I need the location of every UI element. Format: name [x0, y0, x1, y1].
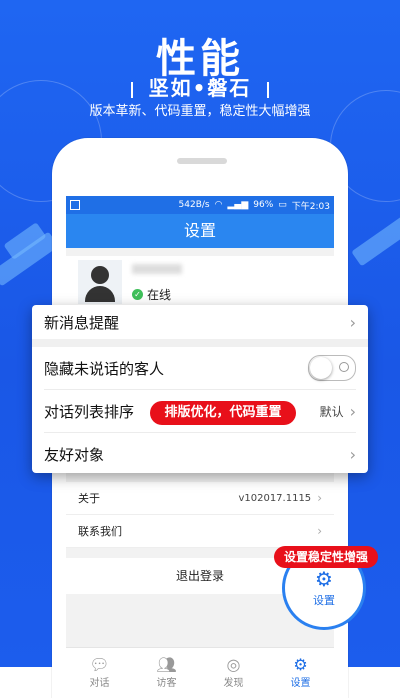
signal-icon: ▂▄▆ [227, 200, 249, 210]
settings-row-about[interactable]: 关于 v102017.1115 › [66, 482, 334, 515]
row-friendly-contacts[interactable]: 友好对象 › [32, 433, 368, 473]
chevron-right-icon: › [349, 401, 356, 421]
phone-speaker [177, 158, 227, 164]
settings-row-contact[interactable]: 联系我们 › [66, 515, 334, 548]
username-blurred [132, 264, 182, 274]
tab-chat[interactable]: 💬︎ 对话 [66, 648, 133, 696]
gear-icon: ⚙ [315, 567, 333, 591]
battery-icon: ▭ [278, 200, 287, 210]
avatar[interactable] [78, 260, 122, 304]
row-hide-silent-guests: 隐藏未说话的客人 [32, 347, 368, 389]
tab-settings[interactable]: ⚙ 设置 [267, 648, 334, 696]
chevron-right-icon: › [317, 524, 322, 538]
check-icon: ✓ [132, 289, 143, 300]
decor-stripe [351, 211, 400, 267]
battery-level: 96% [253, 200, 274, 210]
clock: 下午2:03 [291, 201, 330, 212]
visitors-icon: 👥︎ [156, 654, 177, 674]
chevron-right-icon: › [349, 444, 356, 464]
online-status: ✓ 在线 [132, 286, 171, 303]
settings-popup-card: 新消息提醒 › 隐藏未说话的客人 对话列表排序 默认 › 友好对象 › [32, 305, 368, 473]
optimize-badge: 排版优化，代码重置 [150, 401, 296, 425]
tab-visitors[interactable]: 👥︎ 访客 [133, 648, 200, 696]
tab-discover[interactable]: ◎ 发现 [200, 648, 267, 696]
gear-icon: ⚙ [293, 654, 308, 674]
chat-icon: 💬︎ [89, 654, 110, 674]
chevron-right-icon: › [349, 312, 356, 332]
chevron-right-icon: › [317, 491, 322, 505]
wifi-icon: ◠ [214, 200, 223, 210]
tab-bar: 💬︎ 对话 👥︎ 访客 ◎ 发现 ⚙ 设置 [66, 647, 334, 696]
hide-guests-toggle[interactable] [308, 355, 356, 381]
hero-description: 版本革新、代码重置，稳定性大幅增强 [89, 104, 311, 119]
network-speed: 542B/s [178, 200, 210, 210]
row-new-message-alert[interactable]: 新消息提醒 › [32, 305, 368, 339]
page-title: 设置 [66, 214, 334, 248]
screenshot-icon [70, 200, 80, 210]
status-bar: 542B/s ◠ ▂▄▆ 96% ▭ 下午2:03 [66, 196, 334, 214]
compass-icon: ◎ [226, 654, 241, 674]
hero-subtitle: 坚如•磐石 [0, 72, 400, 101]
stability-badge: 设置稳定性增强 [274, 546, 378, 568]
